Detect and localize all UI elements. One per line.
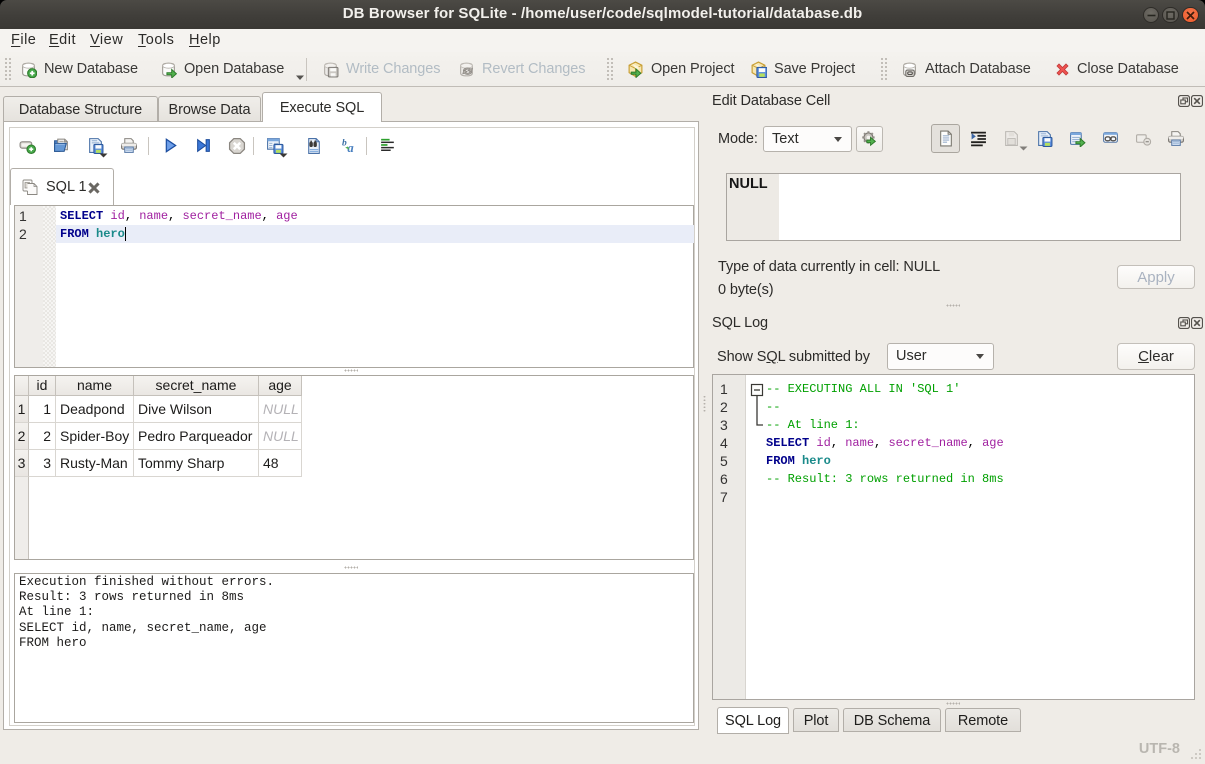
svg-text:b: b — [342, 138, 347, 148]
